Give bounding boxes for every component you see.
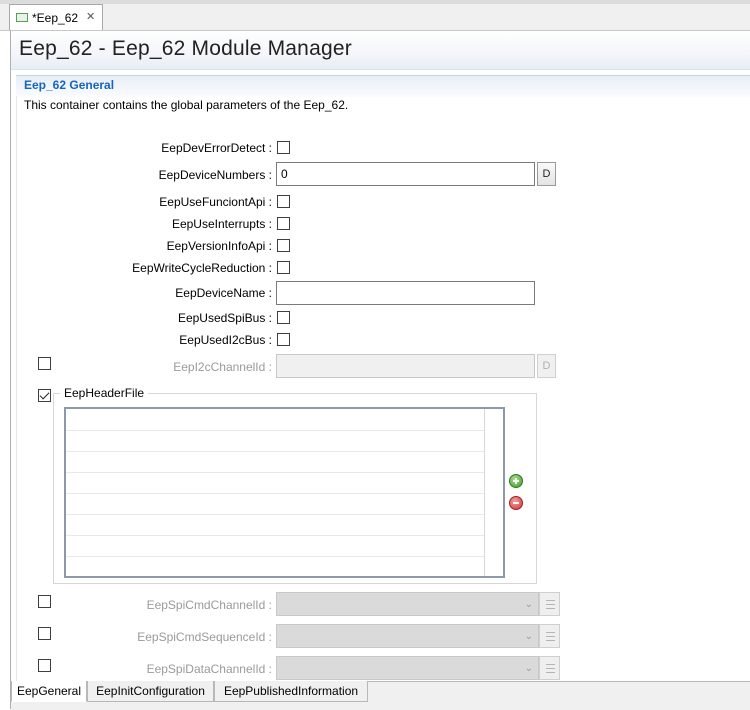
i2c-channel-id-input [276,354,535,378]
spi-cmd-channel-id-label: EepSpiCmdChannelId : [146,598,272,612]
chevron-down-icon: ⌄ [524,599,533,610]
list-column-divider [484,409,485,576]
spi-data-channel-id-list-button [539,656,560,680]
list-row-line [66,451,484,452]
version-info-api-label: EepVersionInfoApi : [166,239,272,253]
spi-cmd-sequence-id-list-button [539,624,560,648]
tab-eep-general[interactable]: EepGeneral [11,681,87,702]
i2c-channel-id-default-button: D [537,354,556,378]
used-i2c-bus-label: EepUsedI2cBus : [179,333,272,347]
tab-eep-init-configuration[interactable]: EepInitConfiguration [87,681,214,702]
list-row-line [66,535,484,536]
used-spi-bus-label: EepUsedSpiBus : [177,311,272,325]
i2c-channel-id-label: EepI2cChannelId : [173,360,272,374]
spi-cmd-channel-id-combo: ⌄ [276,592,539,616]
title-separator [11,69,750,70]
use-interrupts-checkbox[interactable] [277,217,290,230]
editor-tab-label: *Eep_62 [32,11,79,25]
use-funciont-api-checkbox[interactable] [277,195,290,208]
section-description: This container contains the global param… [24,98,349,112]
device-numbers-label: EepDeviceNumbers : [158,168,272,182]
page-title: Eep_62 - Eep_62 Module Manager [19,37,352,60]
section-left-border [16,96,17,681]
chevron-down-icon: ⌄ [524,663,533,674]
i2c-channel-id-enable-checkbox[interactable] [38,357,51,370]
close-icon[interactable]: ✕ [86,10,95,23]
section-title[interactable]: Eep_62 General [24,78,114,92]
spi-cmd-sequence-id-enable-checkbox[interactable] [38,627,51,640]
editor-tab-eep62[interactable]: *Eep_62 ✕ [9,4,103,30]
used-spi-bus-checkbox[interactable] [277,311,290,324]
list-row-line [66,472,484,473]
spi-cmd-sequence-id-label: EepSpiCmdSequenceId : [137,630,272,644]
device-numbers-input[interactable]: 0 [276,162,535,186]
module-editor-icon [16,13,28,22]
dev-error-detect-label: EepDevErrorDetect : [161,141,272,155]
header-file-enable-checkbox[interactable] [38,389,51,402]
spi-cmd-sequence-id-combo: ⌄ [276,624,539,648]
dev-error-detect-checkbox[interactable] [277,141,290,154]
tab-eep-published-information[interactable]: EepPublishedInformation [214,681,368,702]
editor-frame-border [10,30,11,709]
header-file-label: EepHeaderFile [60,386,149,400]
section-header-bar [16,75,750,97]
device-name-label: EepDeviceName : [175,286,272,300]
device-numbers-default-button[interactable]: D [537,162,556,186]
spi-data-channel-id-enable-checkbox[interactable] [38,659,51,672]
version-info-api-checkbox[interactable] [277,239,290,252]
add-icon[interactable] [509,474,523,488]
device-name-input[interactable] [276,281,535,305]
spi-data-channel-id-combo: ⌄ [276,656,539,680]
remove-icon[interactable] [509,496,523,510]
write-cycle-reduction-label: EepWriteCycleReduction : [132,261,272,275]
used-i2c-bus-checkbox[interactable] [277,333,290,346]
list-row-line [66,556,484,557]
use-funciont-api-label: EepUseFunciontApi : [159,195,272,209]
write-cycle-reduction-checkbox[interactable] [277,261,290,274]
list-row-line [66,493,484,494]
spi-cmd-channel-id-enable-checkbox[interactable] [38,595,51,608]
spi-data-channel-id-label: EepSpiDataChannelId : [146,662,272,676]
list-row-line [66,430,484,431]
list-row-line [66,514,484,515]
header-file-list[interactable] [64,407,505,578]
chevron-down-icon: ⌄ [524,631,533,642]
use-interrupts-label: EepUseInterrupts : [171,217,272,231]
spi-cmd-channel-id-list-button [539,592,560,616]
tab-strip-border [0,0,750,4]
editor-tab-strip [0,0,750,31]
